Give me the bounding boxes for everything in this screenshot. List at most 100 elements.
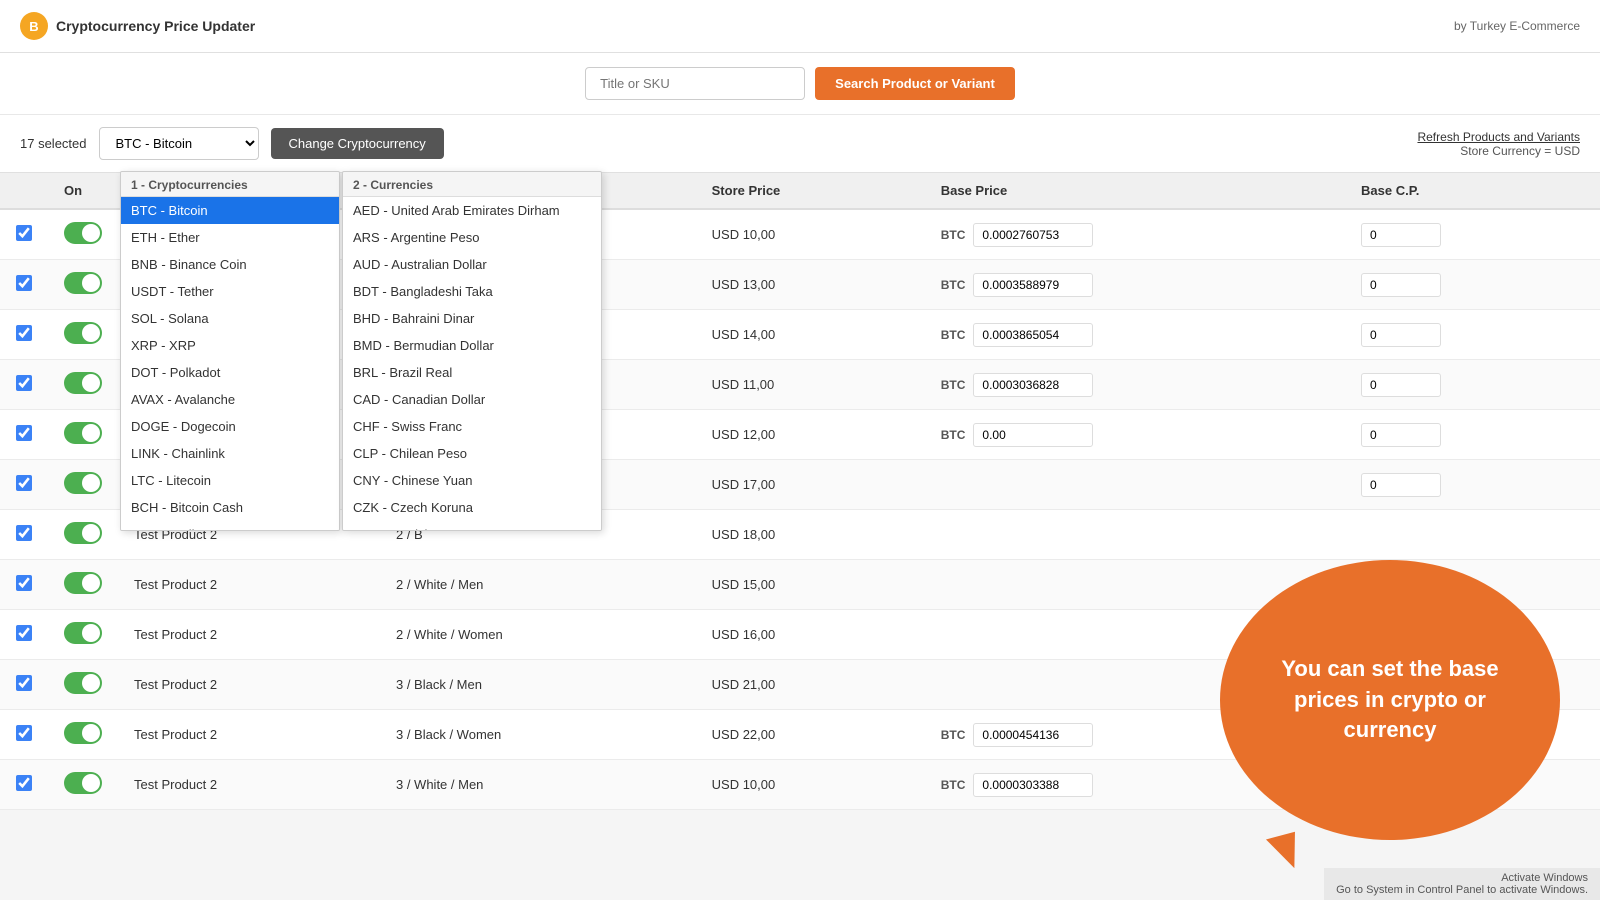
- row-toggle[interactable]: [64, 372, 102, 394]
- base-price-input[interactable]: [973, 373, 1093, 397]
- row-checkbox[interactable]: [16, 325, 32, 341]
- dropdown-item-avax[interactable]: AVAX - Avalanche: [121, 386, 339, 413]
- row-toggle[interactable]: [64, 772, 102, 794]
- row-variant: Test Product 2: [118, 560, 380, 610]
- base-cp-input[interactable]: [1361, 223, 1441, 247]
- row-base-price: BTC: [925, 260, 1345, 310]
- base-cp-input[interactable]: [1361, 473, 1441, 497]
- currency-item-bmd[interactable]: BMD - Bermudian Dollar: [343, 332, 601, 359]
- row-checkbox[interactable]: [16, 275, 32, 291]
- currency-item-czk[interactable]: CZK - Czech Koruna: [343, 494, 601, 521]
- row-toggle[interactable]: [64, 622, 102, 644]
- app-icon: B: [20, 12, 48, 40]
- currency-item-brl[interactable]: BRL - Brazil Real: [343, 359, 601, 386]
- crypto-select[interactable]: BTC - Bitcoin: [99, 127, 259, 160]
- search-button[interactable]: Search Product or Variant: [815, 67, 1015, 100]
- refresh-link[interactable]: Refresh Products and Variants: [1417, 130, 1580, 144]
- base-cp-input[interactable]: [1361, 323, 1441, 347]
- dropdown-item-xrp[interactable]: XRP - XRP: [121, 332, 339, 359]
- dropdown-item-xlm[interactable]: XLM - Stellar: [121, 521, 339, 531]
- currency-item-cad[interactable]: CAD - Canadian Dollar: [343, 386, 601, 413]
- dropdown-item-ltc[interactable]: LTC - Litecoin: [121, 467, 339, 494]
- dropdown-item-bnb[interactable]: BNB - Binance Coin: [121, 251, 339, 278]
- row-toggle[interactable]: [64, 222, 102, 244]
- row-sku: 3 / White / Men: [380, 760, 696, 810]
- callout-text: You can set the base prices in crypto or…: [1250, 654, 1530, 746]
- currency-item-ars[interactable]: ARS - Argentine Peso: [343, 224, 601, 251]
- dropdown-item-link[interactable]: LINK - Chainlink: [121, 440, 339, 467]
- row-base-cp: [1345, 410, 1600, 460]
- row-checkbox[interactable]: [16, 675, 32, 691]
- base-cp-input[interactable]: [1361, 423, 1441, 447]
- col-store-price: Store Price: [696, 173, 925, 209]
- row-sku: 3 / Black / Women: [380, 710, 696, 760]
- row-checkbox[interactable]: [16, 525, 32, 541]
- base-cp-input[interactable]: [1361, 373, 1441, 397]
- search-bar: Search Product or Variant: [0, 53, 1600, 115]
- base-currency-tag: BTC: [941, 328, 966, 342]
- row-checkbox[interactable]: [16, 375, 32, 391]
- row-base-price: BTC: [925, 310, 1345, 360]
- row-checkbox[interactable]: [16, 625, 32, 641]
- row-sku: 3 / Black / Men: [380, 660, 696, 710]
- currency-item-aed[interactable]: AED - United Arab Emirates Dirham: [343, 197, 601, 224]
- base-price-input[interactable]: [973, 223, 1093, 247]
- base-cp-input[interactable]: [1361, 273, 1441, 297]
- dropdown-item-bch[interactable]: BCH - Bitcoin Cash: [121, 494, 339, 521]
- row-store-price: USD 11,00: [696, 360, 925, 410]
- row-toggle[interactable]: [64, 472, 102, 494]
- currency-item-cny[interactable]: CNY - Chinese Yuan: [343, 467, 601, 494]
- col-checkbox: [0, 173, 48, 209]
- row-toggle[interactable]: [64, 272, 102, 294]
- dropdown-item-dot[interactable]: DOT - Polkadot: [121, 359, 339, 386]
- row-toggle[interactable]: [64, 322, 102, 344]
- row-checkbox[interactable]: [16, 725, 32, 741]
- row-toggle[interactable]: [64, 572, 102, 594]
- currency-dropdown[interactable]: 2 - Currencies AED - United Arab Emirate…: [342, 171, 602, 531]
- app-title-container: B Cryptocurrency Price Updater: [20, 12, 255, 40]
- row-toggle[interactable]: [64, 672, 102, 694]
- change-cryptocurrency-button[interactable]: Change Cryptocurrency: [271, 128, 444, 159]
- dropdown-item-btc[interactable]: BTC - Bitcoin: [121, 197, 339, 224]
- base-price-input[interactable]: [973, 723, 1093, 747]
- dropdown-item-doge[interactable]: DOGE - Dogecoin: [121, 413, 339, 440]
- currency-item-bhd[interactable]: BHD - Bahraini Dinar: [343, 305, 601, 332]
- dropdown-item-eth[interactable]: ETH - Ether: [121, 224, 339, 251]
- base-price-input[interactable]: [973, 273, 1093, 297]
- row-toggle[interactable]: [64, 522, 102, 544]
- dropdown-item-usdt[interactable]: USDT - Tether: [121, 278, 339, 305]
- dropdown-item-sol[interactable]: SOL - Solana: [121, 305, 339, 332]
- currency-section-label: 2 - Currencies: [343, 172, 601, 197]
- row-base-cp: [1345, 360, 1600, 410]
- activate-windows-line1: Activate Windows: [1336, 872, 1588, 884]
- row-store-price: USD 14,00: [696, 310, 925, 360]
- dropdown-overlay: 1 - Cryptocurrencies BTC - Bitcoin ETH -…: [120, 171, 602, 531]
- currency-item-aud[interactable]: AUD - Australian Dollar: [343, 251, 601, 278]
- currency-item-clp[interactable]: CLP - Chilean Peso: [343, 440, 601, 467]
- row-toggle[interactable]: [64, 422, 102, 444]
- currency-item-chf[interactable]: CHF - Swiss Franc: [343, 413, 601, 440]
- base-price-input[interactable]: [973, 773, 1093, 797]
- by-label: by Turkey E-Commerce: [1454, 19, 1580, 33]
- row-base-cp: [1345, 460, 1600, 510]
- row-base-price: BTC: [925, 410, 1345, 460]
- row-variant: Test Product 2: [118, 660, 380, 710]
- currency-item-bdt[interactable]: BDT - Bangladeshi Taka: [343, 278, 601, 305]
- row-checkbox[interactable]: [16, 575, 32, 591]
- search-input[interactable]: [585, 67, 805, 100]
- crypto-dropdown[interactable]: 1 - Cryptocurrencies BTC - Bitcoin ETH -…: [120, 171, 340, 531]
- base-price-input[interactable]: [973, 423, 1093, 447]
- row-base-cp: [1345, 209, 1600, 260]
- row-checkbox[interactable]: [16, 225, 32, 241]
- row-store-price: USD 12,00: [696, 410, 925, 460]
- base-price-input[interactable]: [973, 323, 1093, 347]
- row-checkbox[interactable]: [16, 425, 32, 441]
- currency-item-dkk[interactable]: DKK - Danish Krone: [343, 521, 601, 531]
- row-checkbox[interactable]: [16, 775, 32, 791]
- col-on: On: [48, 173, 118, 209]
- row-variant: Test Product 2: [118, 710, 380, 760]
- row-sku: 2 / White / Women: [380, 610, 696, 660]
- row-checkbox[interactable]: [16, 475, 32, 491]
- row-toggle[interactable]: [64, 722, 102, 744]
- col-base-price: Base Price: [925, 173, 1345, 209]
